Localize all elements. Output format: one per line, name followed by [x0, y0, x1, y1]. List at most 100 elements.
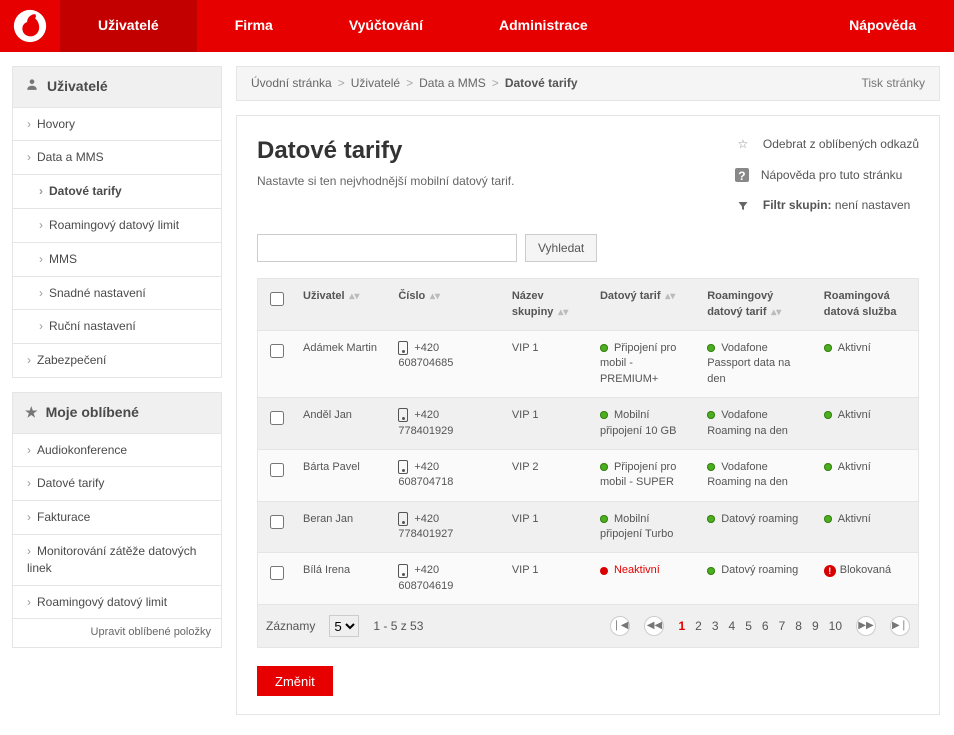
cell-roam-tarif: Vodafone Roaming na den [699, 398, 816, 450]
status-dot [600, 567, 608, 575]
search-button[interactable]: Vyhledat [525, 234, 597, 262]
search-input[interactable] [257, 234, 517, 262]
pager-page[interactable]: 1 [678, 618, 685, 635]
sidebar-panel-users: Uživatelé HovoryData a MMSDatové tarifyR… [12, 66, 222, 378]
sidebar-fav-item[interactable]: Monitorování zátěže datových linek [13, 534, 221, 585]
cell-roam-svc: !Blokovaná [816, 553, 919, 605]
pager-next-button[interactable]: ▶▶ [856, 616, 876, 636]
status-dot [600, 515, 608, 523]
breadcrumb-item[interactable]: Data a MMS [419, 75, 486, 92]
help-icon: ? [735, 168, 749, 182]
row-checkbox[interactable] [270, 463, 284, 477]
nav-item-users[interactable]: Uživatelé [60, 0, 197, 52]
sidebar-item[interactable]: Roamingový datový limit [13, 208, 221, 242]
pager-page[interactable]: 5 [745, 618, 752, 635]
nav-item-help[interactable]: Nápověda [811, 0, 954, 52]
pager-last-button[interactable]: ▶❘ [890, 616, 910, 636]
breadcrumb-sep: > [406, 75, 413, 92]
tool-help[interactable]: ? Nápověda pro tuto stránku [735, 167, 919, 184]
cell-data-tarif: Neaktivní [592, 553, 699, 605]
tool-remove-fav[interactable]: ☆ Odebrat z oblíbených odkazů [735, 136, 919, 153]
th-roam-tarif[interactable]: Roamingový datový tarif ▴▾ [699, 279, 816, 331]
th-data-tarif[interactable]: Datový tarif ▴▾ [592, 279, 699, 331]
breadcrumb-item[interactable]: Úvodní stránka [251, 75, 332, 92]
row-checkbox[interactable] [270, 566, 284, 580]
submit-button[interactable]: Změnit [257, 666, 333, 696]
row-checkbox[interactable] [270, 411, 284, 425]
sidebar-item[interactable]: Zabezpečení [13, 343, 221, 377]
cell-group: VIP 1 [504, 330, 592, 397]
pager-page[interactable]: 9 [812, 618, 819, 635]
row-checkbox[interactable] [270, 344, 284, 358]
pager-prev-button[interactable]: ◀◀ [644, 616, 664, 636]
th-number[interactable]: Číslo ▴▾ [390, 279, 504, 331]
sidebar-item[interactable]: Data a MMS [13, 140, 221, 174]
vodafone-icon [13, 9, 47, 43]
sidebar-item[interactable]: MMS [13, 242, 221, 276]
sidebar-item[interactable]: Ruční nastavení [13, 309, 221, 343]
cell-number: +420 608704685 [390, 330, 504, 397]
sidebar-item[interactable]: Snadné nastavení [13, 276, 221, 310]
cell-user: Adámek Martin [295, 330, 390, 397]
sidebar-item[interactable]: Hovory [13, 108, 221, 141]
nav-item-admin[interactable]: Administrace [461, 0, 626, 52]
select-all-checkbox[interactable] [270, 292, 284, 306]
nav-item-billing[interactable]: Vyúčtování [311, 0, 461, 52]
cell-data-tarif: Připojení pro mobil - PREMIUM+ [592, 330, 699, 397]
phone-icon [398, 460, 408, 474]
cell-user: Bárta Pavel [295, 449, 390, 501]
pager: Záznamy 5 1 - 5 z 53 ❘◀ ◀◀ 12345678910 ▶… [257, 605, 919, 648]
brand-logo[interactable] [0, 0, 60, 52]
sidebar-fav-item[interactable]: Datové tarify [13, 466, 221, 500]
content-card: Datové tarify Nastavte si ten nejvhodněj… [236, 115, 940, 715]
sidebar-panel-head-users: Uživatelé [13, 67, 221, 108]
sidebar-item[interactable]: Datové tarify [13, 174, 221, 208]
sidebar-fav-edit[interactable]: Upravit oblíbené položky [13, 618, 221, 646]
print-link[interactable]: Tisk stránky [861, 75, 925, 92]
phone-icon [398, 512, 408, 526]
cell-roam-tarif: Vodafone Passport data na den [699, 330, 816, 397]
sidebar-fav-item[interactable]: Audiokonference [13, 434, 221, 467]
pager-first-button[interactable]: ❘◀ [610, 616, 630, 636]
cell-user: Anděl Jan [295, 398, 390, 450]
pager-per-page-select[interactable]: 5 [329, 615, 359, 637]
cell-number: +420 608704718 [390, 449, 504, 501]
top-nav: Uživatelé Firma Vyúčtování Administrace … [0, 0, 954, 52]
status-dot [824, 344, 832, 352]
th-user[interactable]: Uživatel ▴▾ [295, 279, 390, 331]
sidebar-title: Uživatelé [47, 77, 108, 97]
th-group[interactable]: Název skupiny ▴▾ [504, 279, 592, 331]
cell-user: Beran Jan [295, 501, 390, 553]
cell-user: Bílá Irena [295, 553, 390, 605]
status-dot [707, 463, 715, 471]
pager-page[interactable]: 3 [712, 618, 719, 635]
status-dot [707, 344, 715, 352]
breadcrumb-item[interactable]: Uživatelé [351, 75, 400, 92]
cell-data-tarif: Mobilní připojení Turbo [592, 501, 699, 553]
cell-roam-tarif: Datový roaming [699, 501, 816, 553]
status-dot [707, 567, 715, 575]
nav-item-company[interactable]: Firma [197, 0, 311, 52]
page-subtitle: Nastavte si ten nejvhodnější mobilní dat… [257, 173, 705, 190]
sidebar-fav-item[interactable]: Fakturace [13, 500, 221, 534]
table-row: Bárta Pavel+420 608704718VIP 2Připojení … [258, 449, 919, 501]
sidebar-fav-item[interactable]: Roamingový datový limit [13, 585, 221, 619]
table-row: Anděl Jan+420 778401929VIP 1Mobilní přip… [258, 398, 919, 450]
users-table: Uživatel ▴▾ Číslo ▴▾ Název skupiny ▴▾ Da… [257, 278, 919, 605]
pager-page[interactable]: 4 [729, 618, 736, 635]
pager-page[interactable]: 7 [779, 618, 786, 635]
table-row: Adámek Martin+420 608704685VIP 1Připojen… [258, 330, 919, 397]
sort-icon: ▴▾ [427, 291, 440, 302]
tool-filter[interactable]: Filtr skupin: není nastaven [735, 197, 919, 214]
pager-page[interactable]: 8 [795, 618, 802, 635]
pager-page[interactable]: 2 [695, 618, 702, 635]
cell-number: +420 778401927 [390, 501, 504, 553]
pager-page[interactable]: 6 [762, 618, 769, 635]
pager-page[interactable]: 10 [829, 618, 842, 635]
row-checkbox[interactable] [270, 515, 284, 529]
tool-filter-text: Filtr skupin: není nastaven [763, 197, 910, 214]
main: Úvodní stránka > Uživatelé > Data a MMS … [232, 66, 954, 735]
cell-roam-svc: Aktivní [816, 398, 919, 450]
breadcrumb-sep: > [338, 75, 345, 92]
sort-icon: ▴▾ [347, 291, 360, 302]
